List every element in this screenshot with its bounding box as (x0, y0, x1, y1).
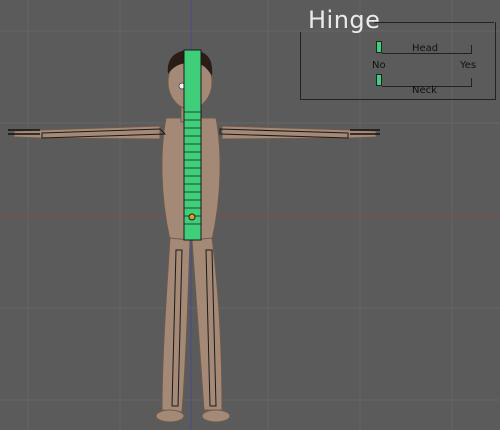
left-arm (13, 125, 161, 140)
range-min-label: No (372, 60, 386, 71)
panel-bottom-border (300, 99, 496, 100)
slider-handle-icon[interactable] (376, 74, 382, 86)
panel-right-border (495, 22, 496, 100)
panel-left-border (300, 32, 301, 100)
panel-title: Hinge (308, 6, 381, 34)
left-foot (155, 409, 185, 423)
head-slider-end (471, 45, 472, 54)
spine-bone-chain (183, 49, 202, 241)
right-arm (221, 125, 377, 140)
neck-slider-end (471, 78, 472, 87)
neck-slider-label: Neck (412, 85, 437, 96)
right-foot (201, 409, 231, 423)
armature[interactable] (8, 49, 380, 407)
head-slider-label: Head (412, 43, 439, 54)
neck-slider[interactable]: Neck (376, 74, 472, 96)
range-max-label: Yes (460, 60, 477, 71)
pelvis-joint (188, 213, 196, 221)
head-slider[interactable]: Head (376, 41, 472, 55)
right-leg (191, 237, 223, 411)
slider-handle-icon[interactable] (376, 41, 382, 53)
hinge-panel: Hinge Head No Yes Neck (300, 6, 496, 100)
panel-top-border (374, 22, 494, 23)
